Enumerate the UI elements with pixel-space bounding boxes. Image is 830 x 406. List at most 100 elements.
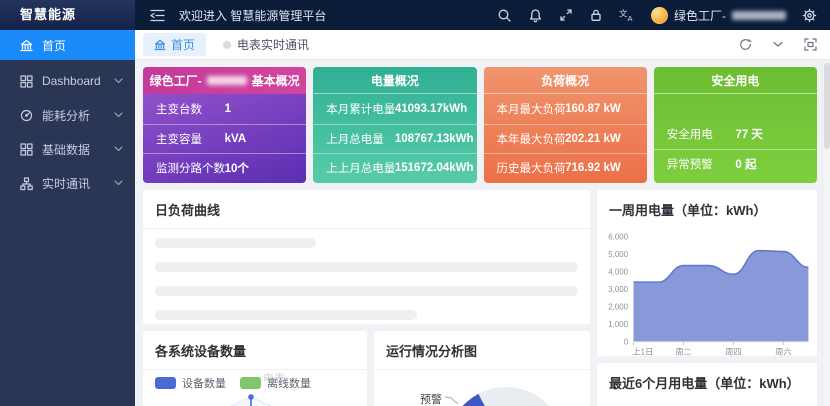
stat-row: 异常预警 0 起 [653,148,817,179]
stat-card-title: 电量概况 [313,67,477,94]
redacted-text [206,76,247,85]
stat-row: 历史最大负荷 716.92 kW [483,153,647,183]
panel-title: 最近6个月用电量（单位：kWh） [609,376,800,391]
app-window: 智慧能源 欢迎进入 智慧能源管理平台 文A 绿色工厂- 首页 Dashboard… [0,0,830,406]
tab-meter-realtime[interactable]: 电表实时通讯 [223,36,309,53]
stat-card-title: 负荷概况 [483,67,647,94]
svg-text:4,000: 4,000 [608,267,628,276]
stat-row: 主变台数 1 [156,102,232,116]
sidebar-item-energy-analysis[interactable]: 能耗分析 [0,98,135,132]
svg-text:2,000: 2,000 [608,302,628,311]
svg-text:A: A [628,14,633,23]
bell-icon[interactable] [528,8,543,23]
svg-text:周四: 周四 [725,348,741,357]
stat-row: 安全用电 77 天 [666,128,763,141]
device-count-panel: 各系统设备数量 电表 设备数量 离线数量 [143,331,367,406]
share-nodes-icon [20,176,33,190]
grid-icon [20,74,33,88]
avatar [651,6,668,24]
user-name: 绿色工厂- [674,8,726,23]
stat-cards-row: 绿色工厂- 基本概况 主变台数 1 主变容量 kVA 监测分路个数 10个 电量概况 … [143,67,817,183]
legend-swatch [155,377,176,389]
chevron-down-icon [114,112,123,118]
tabbar: 首页 电表实时通讯 [135,30,830,60]
sidebar-item-label: 能耗分析 [42,108,91,123]
six-month-energy-panel: 最近6个月用电量（单位：kWh） [597,363,817,406]
loading-skeleton [143,229,590,320]
fullscreen-icon[interactable] [559,8,573,22]
dashboard-content: 绿色工厂- 基本概况 主变台数 1 主变容量 kVA 监测分路个数 10个 电量概况 … [135,60,822,406]
bank-icon [20,39,33,51]
operation-analysis-panel: 运行情况分析图 预警 [374,331,590,406]
daily-load-panel: 日负荷曲线 [143,190,590,324]
stat-row: 上月总电量 108767.13kWh [313,123,477,154]
sidebar-item-base-data[interactable]: 基础数据 [0,132,135,166]
grid-icon [20,142,33,156]
user-name-redacted [732,10,786,20]
svg-text:周六: 周六 [775,347,791,357]
svg-text:周二: 周二 [675,348,691,357]
chevron-down-icon[interactable] [773,41,783,48]
radar-chart: 水表 用电安全 [229,394,273,406]
sidebar-item-label: 首页 [42,38,67,53]
search-icon[interactable] [497,8,512,23]
svg-text:上1日: 上1日 [632,348,653,357]
chevron-down-icon [114,78,123,84]
panel-title: 一周用电量（单位：kWh） [609,203,767,218]
weekly-energy-panel: 一周用电量（单位：kWh） 0 1,000 2,000 3,000 4,000 5,000… [597,190,817,357]
stat-card-title: 安全用电 [653,67,817,94]
stat-card-title: 绿色工厂- 基本概况 [143,67,307,94]
tab-label: 首页 [171,38,196,52]
user-menu[interactable]: 绿色工厂- [651,6,786,24]
stat-card-safety: 安全用电 安全用电 77 天 异常预警 0 起 [653,67,817,183]
stat-row: 主变容量 kVA [143,123,307,154]
tab-home[interactable]: 首页 [143,33,207,56]
stat-card-overview: 绿色工厂- 基本概况 主变台数 1 主变容量 kVA 监测分路个数 10个 [143,67,307,183]
svg-text:5,000: 5,000 [608,250,628,259]
app-logo: 智慧能源 [0,0,135,30]
gear-icon[interactable] [802,8,817,23]
scrollbar-thumb[interactable] [824,63,830,149]
stat-card-load: 负荷概况 本月最大负荷 160.87 kW 本年最大负荷 202.21 kW 历史最… [483,67,647,183]
sidebar-item-dashboard[interactable]: Dashboard [0,64,135,98]
translate-icon[interactable]: 文A [619,8,635,24]
sidebar-item-home[interactable]: 首页 [0,30,135,60]
stat-row: 本月最大负荷 160.87 kW [496,102,621,116]
fullscreen-exit-icon[interactable] [804,38,817,51]
sidebar-collapse-icon[interactable] [150,9,165,22]
topbar: 智慧能源 欢迎进入 智慧能源管理平台 文A 绿色工厂- [0,0,830,30]
pie-slice-label: 预警 [420,394,442,406]
sidebar-item-label: 基础数据 [42,142,91,157]
main-area: 首页 电表实时通讯 绿色工厂- 基本概况 主变台数 1 主变容量 kVA 监测分… [135,30,830,406]
chart-legend: 设备数量 离线数量 [155,375,355,391]
svg-text:1,000: 1,000 [608,320,628,329]
svg-text:6,000: 6,000 [608,232,628,241]
lock-icon[interactable] [589,8,603,22]
stat-card-energy: 电量概况 本月累计电量 41093.17kWh 上月总电量 108767.13kWh… [313,67,477,183]
legend-swatch [240,377,261,389]
sidebar-item-label: 实时通讯 [42,176,91,191]
refresh-icon[interactable] [739,38,752,51]
panel-title: 日负荷曲线 [143,190,590,229]
stat-row: 监测分路个数 10个 [143,153,307,183]
chevron-down-icon [114,180,123,186]
weekly-area-chart: 0 1,000 2,000 3,000 4,000 5,000 6,000 上1日 周二 周四 周六 [608,232,809,357]
svg-text:0: 0 [624,338,629,347]
tab-dot [223,40,232,49]
sidebar-item-label: Dashboard [42,74,101,88]
svg-text:3,000: 3,000 [608,285,628,294]
welcome-text: 欢迎进入 智慧能源管理平台 [179,8,327,23]
gauge-icon [20,109,33,121]
stat-row: 上上月总电量 151672.04kWh [313,153,477,183]
panel-title: 各系统设备数量 [143,331,367,370]
stat-row: 本年最大负荷 202.21 kW [483,123,647,154]
legend-item-devices[interactable]: 设备数量 [155,375,226,391]
tab-actions [739,38,830,51]
tab-label: 电表实时通讯 [237,38,310,52]
bank-icon [154,39,166,50]
sidebar: 首页 Dashboard 能耗分析 基础数据 实时通讯 [0,30,135,406]
legend-item-offline[interactable]: 离线数量 [240,375,311,391]
chevron-down-icon [114,146,123,152]
scrollbar-track[interactable] [822,61,830,406]
sidebar-item-realtime-comm[interactable]: 实时通讯 [0,166,135,200]
